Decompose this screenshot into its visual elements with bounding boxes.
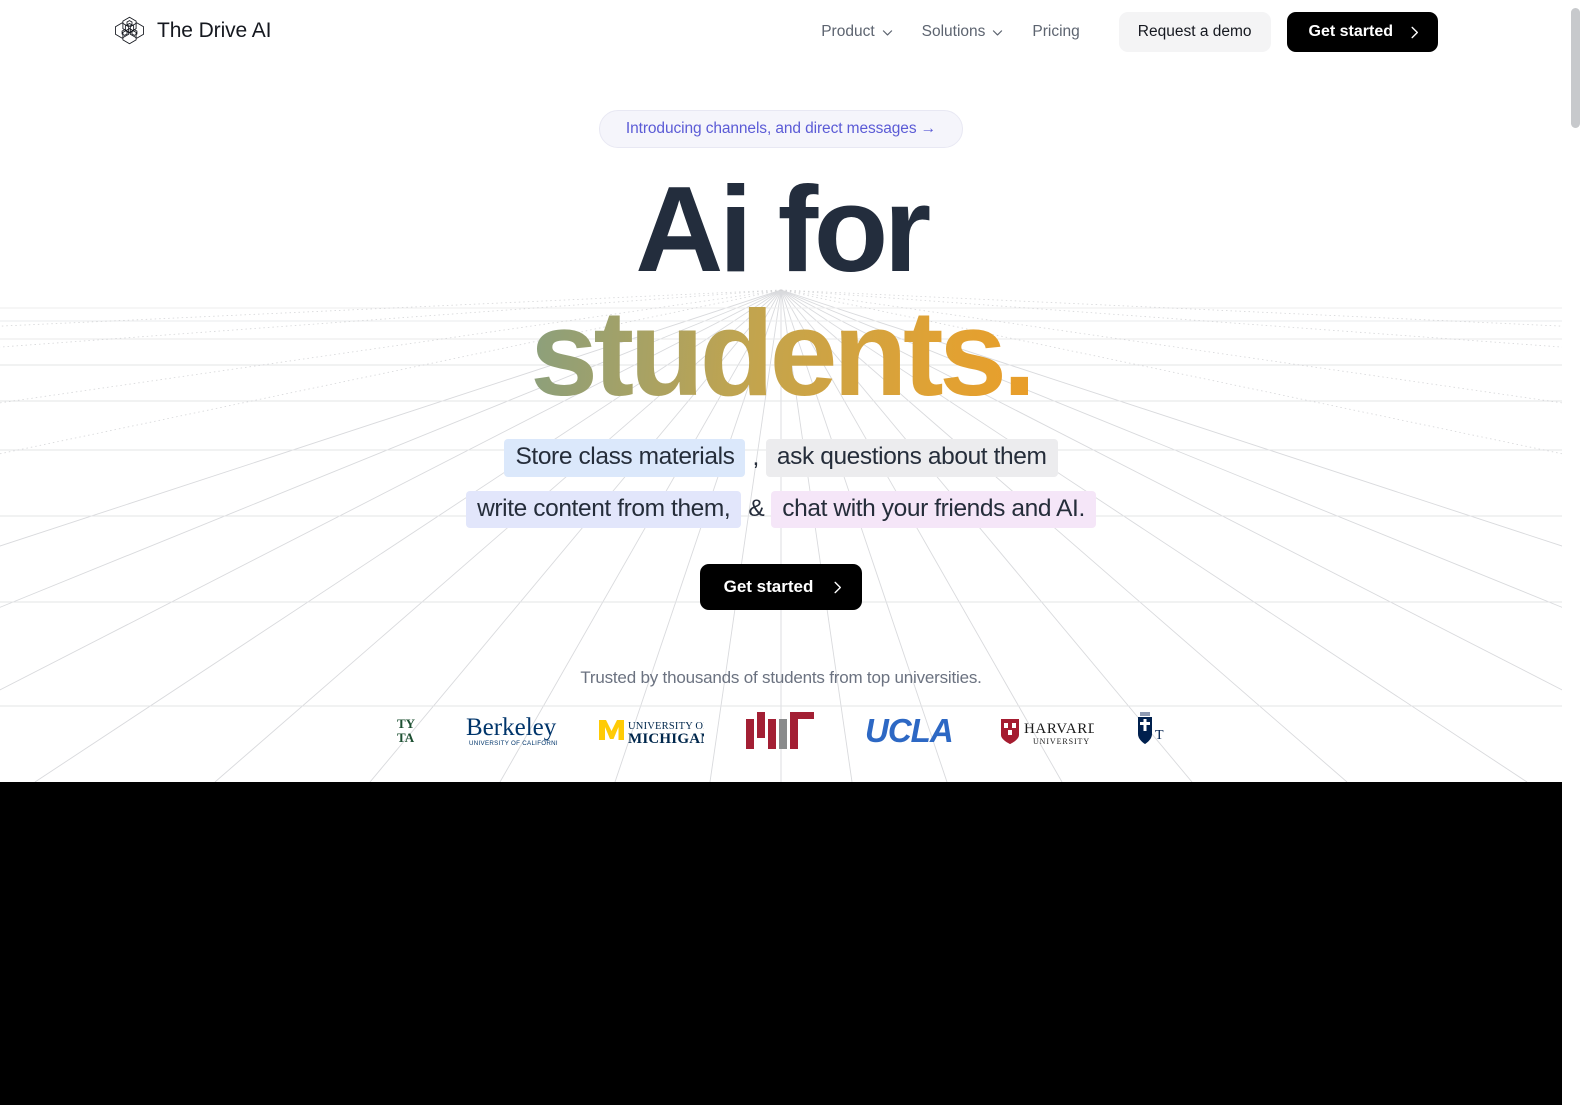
landing-page: The Drive AI Product Solutions Pricing R…: [0, 0, 1584, 1105]
request-demo-button[interactable]: Request a demo: [1118, 12, 1271, 52]
hero-subheadline: Store class materials , ask questions ab…: [0, 439, 1562, 529]
chevron-down-icon: [882, 29, 892, 36]
svg-text:TY: TY: [397, 716, 416, 731]
svg-text:UNIVERSITY OF CALIFORNIA: UNIVERSITY OF CALIFORNIA: [469, 740, 558, 747]
subheadline-ampersand: &: [748, 495, 765, 523]
chevron-right-icon: [834, 581, 842, 593]
feature-ask-questions: ask questions about them: [765, 439, 1058, 477]
dark-section-placeholder: [0, 782, 1562, 1105]
logo-harvard-university: HARVARD UNIVERSITY: [999, 709, 1094, 753]
hero-subheadline-row-2: write content from them, & chat with you…: [0, 490, 1562, 529]
logo-university-partial-ty-ta: TY TA: [395, 709, 425, 753]
svg-text:Berkeley: Berkeley: [466, 714, 557, 741]
svg-text:MICHIGAN: MICHIGAN: [628, 731, 704, 747]
site-header: The Drive AI Product Solutions Pricing R…: [0, 0, 1562, 64]
announcement-badge[interactable]: Introducing channels, and direct message…: [598, 110, 964, 148]
primary-navigation: Product Solutions Pricing Request a demo…: [807, 12, 1438, 52]
svg-text:HARVARD: HARVARD: [1024, 721, 1094, 737]
brand-logo[interactable]: The Drive AI: [113, 14, 271, 47]
feature-chat-with-friends: chat with your friends and AI.: [771, 490, 1096, 529]
logo-uc-berkeley: Berkeley UNIVERSITY OF CALIFORNIA: [465, 709, 558, 753]
drive-ai-hex-cluster-logo: [115, 16, 144, 45]
get-started-hero-label: Get started: [723, 577, 814, 597]
logo-ucla: UCLA: [864, 709, 959, 753]
svg-text:UNIVERSITY: UNIVERSITY: [1033, 737, 1090, 746]
svg-text:UCLA: UCLA: [865, 712, 953, 749]
logo-mit: [744, 709, 824, 753]
feature-store-class-materials: Store class materials: [504, 439, 746, 477]
get-started-button-hero[interactable]: Get started: [699, 564, 863, 611]
nav-item-solutions[interactable]: Solutions: [908, 13, 1019, 51]
logo-university-of-toronto: T: [1134, 709, 1168, 753]
university-logo-row: TY TA Berkeley UNIVERSITY OF CALIFORNIA …: [0, 708, 1562, 754]
headline-line-2: students.: [0, 292, 1562, 414]
logo-university-of-michigan: UNIVERSITY OF MICHIGAN: [598, 709, 704, 753]
get-started-button-header[interactable]: Get started: [1286, 12, 1438, 52]
chevron-right-icon: [1411, 26, 1418, 38]
get-started-label: Get started: [1308, 23, 1393, 40]
svg-text:TA: TA: [397, 730, 415, 745]
brand-name: The Drive AI: [157, 18, 272, 42]
nav-item-pricing-label: Pricing: [1032, 23, 1080, 40]
nav-item-product[interactable]: Product: [807, 13, 907, 51]
vertical-scrollbar-thumb[interactable]: [1571, 8, 1580, 128]
chevron-down-icon: [993, 29, 1003, 36]
nav-item-pricing[interactable]: Pricing: [1018, 13, 1093, 51]
hero-section: Introducing channels, and direct message…: [0, 0, 1562, 754]
social-proof-caption: Trusted by thousands of students from to…: [580, 668, 982, 688]
hero-subheadline-row-1: Store class materials , ask questions ab…: [0, 439, 1562, 477]
subheadline-comma: ,: [752, 443, 759, 471]
svg-text:T: T: [1155, 728, 1164, 743]
nav-item-solutions-label: Solutions: [921, 23, 986, 40]
headline-line-1: Ai for: [635, 161, 931, 297]
vertical-scrollbar-track[interactable]: [1562, 0, 1584, 1105]
nav-item-product-label: Product: [821, 23, 875, 40]
feature-write-content: write content from them,: [466, 490, 742, 529]
page-title: Ai for students.: [0, 161, 1562, 414]
